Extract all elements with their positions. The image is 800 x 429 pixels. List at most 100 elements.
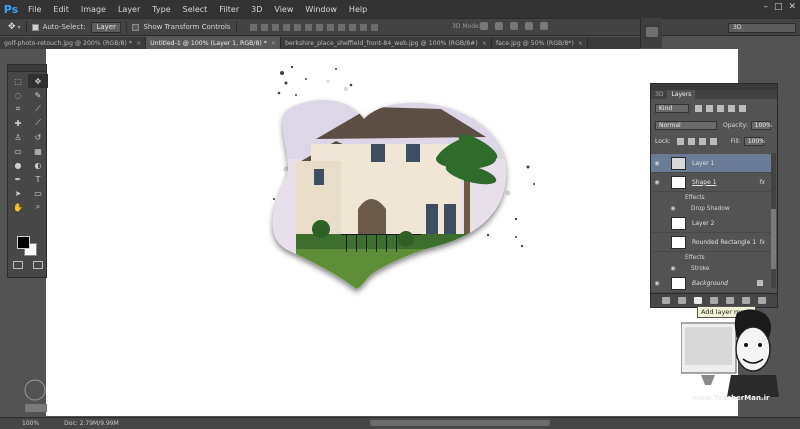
minimize-button[interactable]: –	[763, 2, 768, 12]
fx-menu-icon[interactable]	[678, 297, 686, 304]
align-right-icon[interactable]	[304, 23, 312, 31]
menu-filter[interactable]: Filter	[213, 5, 245, 14]
add-layer-mask-icon[interactable]	[694, 297, 702, 304]
distribute-top-icon[interactable]	[315, 23, 323, 31]
zoom-level[interactable]: 100%	[22, 420, 39, 427]
effect-row-drop-shadow[interactable]: ◉ Drop Shadow	[651, 203, 771, 214]
tab-face[interactable]: face.jpg @ 50% (RGB/8*) ×	[491, 37, 588, 49]
3d-rotate-icon[interactable]	[480, 22, 488, 30]
adjustment-layer-icon[interactable]	[710, 297, 718, 304]
menu-image[interactable]: Image	[75, 5, 112, 14]
quick-mask-icon[interactable]	[13, 261, 23, 269]
quick-select-tool-icon[interactable]: ✎	[28, 88, 48, 102]
layer-row-background[interactable]: ◉ Background	[651, 274, 771, 293]
doc-size[interactable]: Doc: 2.79M/9.99M	[64, 420, 119, 427]
tab-berkshire[interactable]: berkshire_place_sheffield_front-84_web.j…	[281, 37, 492, 49]
distribute-right-icon[interactable]	[370, 23, 378, 31]
fx-icon[interactable]: fx	[759, 179, 765, 186]
align-left-icon[interactable]	[282, 23, 290, 31]
align-top-icon[interactable]	[249, 23, 257, 31]
path-select-tool-icon[interactable]: ➤	[8, 186, 28, 200]
auto-select-dropdown[interactable]: Layer	[91, 21, 122, 33]
tab-3d[interactable]: 3D	[651, 90, 667, 99]
show-transform-checkbox[interactable]: Show Transform Controls	[132, 23, 231, 31]
smart-object-filter-icon[interactable]	[739, 104, 746, 112]
maximize-button[interactable]: □	[774, 2, 783, 12]
distribute-left-icon[interactable]	[348, 23, 356, 31]
checkbox-icon[interactable]	[31, 23, 39, 31]
align-bottom-icon[interactable]	[271, 23, 279, 31]
tab-golf-photo[interactable]: golf-photo-retouch.jpg @ 200% (RGB/8) * ×	[0, 37, 147, 49]
move-tool-icon[interactable]: ✥	[28, 74, 48, 88]
brush-tool-icon[interactable]: ⟋	[28, 116, 48, 130]
opacity-input[interactable]: 100%	[750, 120, 772, 130]
eye-icon[interactable]: ◉	[667, 205, 679, 212]
menu-help[interactable]: Help	[343, 5, 373, 14]
screen-mode-icon[interactable]	[33, 261, 43, 269]
menu-type[interactable]: Type	[146, 5, 176, 14]
blur-tool-icon[interactable]: ●	[8, 158, 28, 172]
lock-all-icon[interactable]	[709, 137, 717, 145]
lock-transparent-icon[interactable]	[676, 137, 684, 145]
new-layer-icon[interactable]	[742, 297, 750, 304]
close-button[interactable]: ✕	[788, 2, 796, 12]
menu-edit[interactable]: Edit	[47, 5, 75, 14]
panel-icon[interactable]	[645, 27, 658, 37]
fx-icon[interactable]: fx	[759, 239, 765, 246]
tools-header[interactable]	[8, 65, 46, 72]
layer-row-shape-1[interactable]: ◉ Shape 1 fx	[651, 173, 771, 192]
adjustment-filter-icon[interactable]	[706, 104, 713, 112]
effects-row[interactable]: Effects	[651, 192, 771, 203]
eye-off-icon[interactable]	[651, 220, 663, 226]
lock-position-icon[interactable]	[698, 137, 706, 145]
foreground-color-swatch[interactable]	[17, 236, 30, 249]
3d-scale-icon[interactable]	[540, 22, 548, 30]
blend-mode-dropdown[interactable]: Normal	[655, 120, 717, 130]
fill-input[interactable]: 100%	[743, 136, 765, 146]
menu-select[interactable]: Select	[177, 5, 214, 14]
dodge-tool-icon[interactable]: ◐	[28, 158, 48, 172]
layer-row-layer-1[interactable]: ◉ Layer 1	[651, 154, 771, 173]
scrollbar-thumb[interactable]	[771, 209, 776, 269]
clone-stamp-tool-icon[interactable]: ♙	[8, 130, 28, 144]
gradient-tool-icon[interactable]: ▦	[28, 144, 48, 158]
eraser-tool-icon[interactable]: ▭	[8, 144, 28, 158]
trash-icon[interactable]	[758, 297, 766, 304]
eye-icon[interactable]: ◉	[651, 160, 663, 167]
menu-layer[interactable]: Layer	[112, 5, 146, 14]
close-icon[interactable]: ×	[482, 40, 487, 47]
hand-tool-icon[interactable]: ✋	[8, 200, 28, 214]
tab-untitled-1[interactable]: Untitled-1 @ 100% (Layer 1, RGB/8) * ×	[146, 37, 282, 49]
close-icon[interactable]: ×	[136, 40, 141, 47]
distribute-middle-icon[interactable]	[326, 23, 334, 31]
pen-tool-icon[interactable]: ✒	[8, 172, 28, 186]
chevron-down-icon[interactable]: ▾	[18, 24, 21, 31]
eye-icon[interactable]: ◉	[651, 280, 663, 287]
3d-roll-icon[interactable]	[495, 22, 503, 30]
filter-kind-dropdown[interactable]: Kind	[655, 103, 689, 113]
distribute-bottom-icon[interactable]	[337, 23, 345, 31]
type-filter-icon[interactable]	[717, 104, 724, 112]
3d-slide-icon[interactable]	[525, 22, 533, 30]
document-canvas[interactable]	[46, 49, 738, 416]
effect-row-stroke[interactable]: ◉ Stroke	[651, 263, 771, 274]
zoom-tool-icon[interactable]: ⌕	[28, 200, 48, 214]
menu-view[interactable]: View	[268, 5, 299, 14]
auto-select-checkbox[interactable]: Auto-Select:	[31, 23, 85, 31]
shape-tool-icon[interactable]: ▭	[28, 186, 48, 200]
menu-file[interactable]: File	[22, 5, 47, 14]
layer-row-rounded-rectangle-1[interactable]: Rounded Rectangle 1 fx	[651, 233, 771, 252]
align-middle-icon[interactable]	[260, 23, 268, 31]
marquee-tool-icon[interactable]: ⬚	[8, 74, 28, 88]
eye-off-icon[interactable]	[651, 239, 663, 245]
lasso-tool-icon[interactable]: ◌	[8, 88, 28, 102]
crop-tool-icon[interactable]: ⌗	[8, 102, 28, 116]
close-icon[interactable]: ×	[578, 40, 583, 47]
healing-brush-tool-icon[interactable]: ✚	[8, 116, 28, 130]
align-center-icon[interactable]	[293, 23, 301, 31]
effects-row[interactable]: Effects	[651, 252, 771, 263]
link-layers-icon[interactable]	[662, 297, 670, 304]
distribute-center-icon[interactable]	[359, 23, 367, 31]
tab-layers[interactable]: Layers	[667, 90, 696, 99]
lock-image-icon[interactable]	[687, 137, 695, 145]
